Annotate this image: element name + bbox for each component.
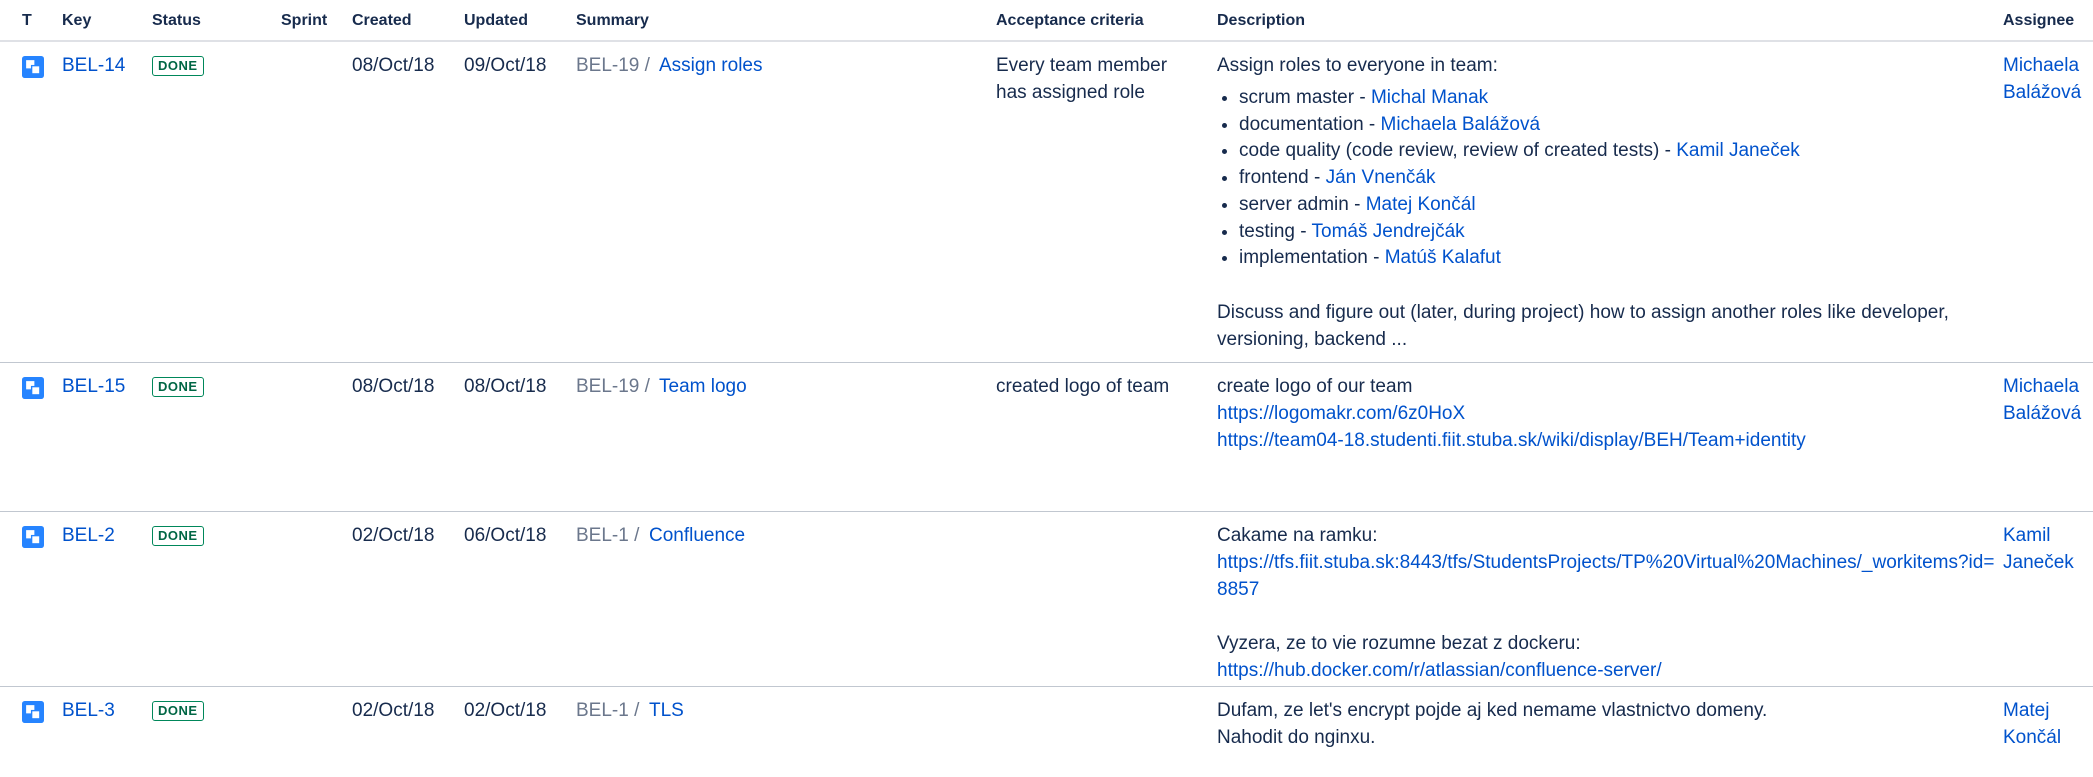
user-mention-link[interactable]: Michaela Balážová xyxy=(1381,114,1540,135)
description: Cakame na ramku: https://tfs.fiit.stuba.… xyxy=(1217,522,1995,684)
subtask-icon xyxy=(22,526,44,548)
summary-link[interactable]: Team logo xyxy=(659,373,747,400)
user-mention-link[interactable]: Kamil Janeček xyxy=(1676,140,1800,161)
updated-date: 02/Oct/18 xyxy=(464,700,547,721)
col-assignee-header[interactable]: Assignee xyxy=(2003,12,2074,30)
role-name: server admin - xyxy=(1239,193,1366,215)
role-name: documentation - xyxy=(1239,113,1381,135)
issues-table: T Key Status Sprint Created Updated Summ… xyxy=(0,0,2093,777)
description-link[interactable]: https://tfs.fiit.stuba.sk:8443/tfs/Stude… xyxy=(1217,552,1994,600)
subtask-icon xyxy=(22,56,44,78)
user-mention-link[interactable]: Tomáš Jendrejčák xyxy=(1312,221,1465,242)
parent-issue-link[interactable]: BEL-1 / xyxy=(576,522,639,549)
role-name: frontend - xyxy=(1239,167,1326,189)
description: create logo of our team https://logomakr… xyxy=(1217,373,1997,454)
description-link[interactable]: https://logomakr.com/6z0HoX xyxy=(1217,403,1465,424)
assignee-link[interactable]: Michaela Balážová xyxy=(2003,373,2091,427)
user-mention-link[interactable]: Ján Vnenčák xyxy=(1326,167,1436,188)
updated-date: 06/Oct/18 xyxy=(464,525,547,546)
role-name: scrum master - xyxy=(1239,87,1371,108)
description: Dufam, ze let's encrypt pojde aj ked nem… xyxy=(1217,697,1997,751)
table-row: BEL-14 DONE 08/Oct/18 09/Oct/18 BEL-19 /… xyxy=(0,42,2093,363)
list-item: scrum master - Michal Manak xyxy=(1239,85,1997,112)
acceptance-criteria: Every team member has assigned role xyxy=(996,55,1168,103)
created-date: 08/Oct/18 xyxy=(352,376,435,397)
col-created-header[interactable]: Created xyxy=(352,12,412,30)
status-badge: DONE xyxy=(152,526,204,546)
table-header: T Key Status Sprint Created Updated Summ… xyxy=(0,0,2093,42)
description-link[interactable]: https://hub.docker.com/r/atlassian/confl… xyxy=(1217,660,1662,681)
table-row: BEL-15 DONE 08/Oct/18 08/Oct/18 BEL-19 /… xyxy=(0,363,2093,512)
summary-link[interactable]: Assign roles xyxy=(659,52,763,79)
description-text: Nahodit do nginxu. xyxy=(1217,727,1376,748)
assignee-link[interactable]: Matej Končál xyxy=(2003,697,2091,751)
col-acceptance-header[interactable]: Acceptance criteria xyxy=(996,12,1144,30)
list-item: implementation - Matúš Kalafut xyxy=(1239,245,1997,272)
col-description-header[interactable]: Description xyxy=(1217,12,1305,30)
user-mention-link[interactable]: Michal Manak xyxy=(1371,87,1488,108)
description-text: Dufam, ze let's encrypt pojde aj ked nem… xyxy=(1217,700,1768,721)
col-type-header[interactable]: T xyxy=(22,12,32,30)
list-item: documentation - Michaela Balážová xyxy=(1239,112,1997,139)
subtask-icon xyxy=(22,701,44,723)
role-name: testing - xyxy=(1239,220,1312,242)
summary-link[interactable]: TLS xyxy=(649,697,684,724)
status-badge: DONE xyxy=(152,56,204,76)
list-item: testing - Tomáš Jendrejčák xyxy=(1239,219,1997,246)
summary-link[interactable]: Confluence xyxy=(649,522,745,549)
list-item: server admin - Matej Končál xyxy=(1239,192,1997,219)
status-badge: DONE xyxy=(152,377,204,397)
issue-key-link[interactable]: BEL-15 xyxy=(62,373,125,400)
status-badge: DONE xyxy=(152,701,204,721)
role-name: implementation - xyxy=(1239,247,1385,269)
subtask-icon xyxy=(22,377,44,399)
table-row: BEL-3 DONE 02/Oct/18 02/Oct/18 BEL-1 / T… xyxy=(0,687,2093,777)
description-link[interactable]: https://team04-18.studenti.fiit.stuba.sk… xyxy=(1217,430,1806,451)
col-sprint-header[interactable]: Sprint xyxy=(281,12,327,30)
assignee-link[interactable]: Michaela Balážová xyxy=(2003,52,2091,106)
parent-issue-link[interactable]: BEL-1 / xyxy=(576,697,639,724)
description-text: create logo of our team xyxy=(1217,376,1413,397)
user-mention-link[interactable]: Matúš Kalafut xyxy=(1385,247,1501,268)
created-date: 02/Oct/18 xyxy=(352,700,435,721)
issue-key-link[interactable]: BEL-14 xyxy=(62,52,125,79)
description-text: Cakame na ramku: xyxy=(1217,525,1378,546)
role-name: code quality (code review, review of cre… xyxy=(1239,140,1677,162)
description: Assign roles to everyone in team: scrum … xyxy=(1217,52,1997,353)
col-summary-header[interactable]: Summary xyxy=(576,12,649,30)
parent-issue-link[interactable]: BEL-19 / xyxy=(576,373,650,400)
col-updated-header[interactable]: Updated xyxy=(464,12,528,30)
updated-date: 08/Oct/18 xyxy=(464,376,547,397)
created-date: 08/Oct/18 xyxy=(352,55,435,76)
description-intro: Assign roles to everyone in team: xyxy=(1217,55,1498,76)
table-row: BEL-2 DONE 02/Oct/18 06/Oct/18 BEL-1 / C… xyxy=(0,512,2093,687)
user-mention-link[interactable]: Matej Končál xyxy=(1366,194,1476,215)
description-text: Vyzera, ze to vie rozumne bezat z docker… xyxy=(1217,633,1581,654)
updated-date: 09/Oct/18 xyxy=(464,55,547,76)
roles-list: scrum master - Michal Manak documentatio… xyxy=(1217,85,1997,272)
issue-key-link[interactable]: BEL-3 xyxy=(62,697,115,724)
assignee-link[interactable]: Kamil Janeček xyxy=(2003,522,2091,576)
list-item: code quality (code review, review of cre… xyxy=(1239,138,1997,165)
description-outro: Discuss and figure out (later, during pr… xyxy=(1217,301,1949,350)
issue-key-link[interactable]: BEL-2 xyxy=(62,522,115,549)
list-item: frontend - Ján Vnenčák xyxy=(1239,165,1997,192)
parent-issue-link[interactable]: BEL-19 / xyxy=(576,52,650,79)
created-date: 02/Oct/18 xyxy=(352,525,435,546)
col-key-header[interactable]: Key xyxy=(62,12,91,30)
col-status-header[interactable]: Status xyxy=(152,12,201,30)
acceptance-criteria: created logo of team xyxy=(996,376,1170,397)
